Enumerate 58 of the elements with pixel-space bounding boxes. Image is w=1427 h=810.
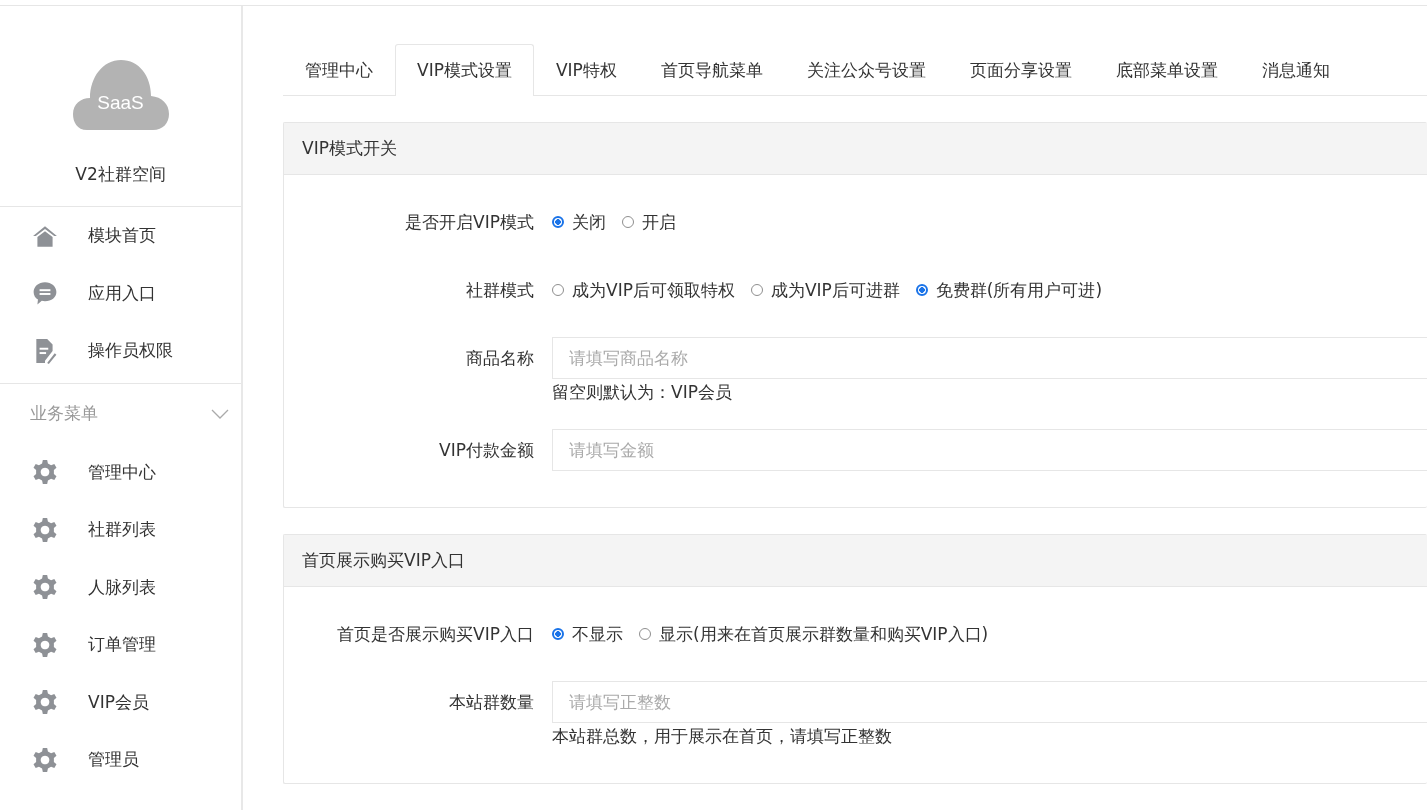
- radio-button[interactable]: [552, 216, 564, 228]
- radio-button[interactable]: [915, 284, 928, 296]
- radio-label: 关闭: [572, 210, 606, 234]
- sidebar-item[interactable]: VIP会员: [0, 673, 241, 731]
- gear-icon: [32, 689, 58, 716]
- tab[interactable]: 消息通知: [1239, 44, 1352, 95]
- sidebar-item[interactable]: 应用入口: [0, 264, 241, 322]
- logo-text: SaaS: [96, 92, 145, 114]
- tab[interactable]: 首页导航菜单: [638, 44, 785, 95]
- field-hint: 留空则默认为：VIP会员: [552, 381, 733, 403]
- tab[interactable]: 页面分享设置: [947, 44, 1094, 95]
- sidebar-item-label: 人脉列表: [88, 575, 156, 599]
- radio-label: 不显示: [572, 622, 623, 646]
- tab[interactable]: 管理中心: [283, 44, 395, 95]
- tab[interactable]: 关注公众号设置: [784, 44, 948, 95]
- field-label: 商品名称: [465, 347, 535, 370]
- radio-button[interactable]: [552, 628, 564, 640]
- gear-icon: [32, 631, 58, 658]
- radio-option[interactable]: 不显示: [552, 622, 623, 646]
- gear-icon: [32, 574, 58, 601]
- sidebar-item-label: 应用入口: [88, 281, 156, 305]
- sidebar-item[interactable]: 操作员权限: [0, 322, 241, 380]
- sidebar-item[interactable]: 人脉列表: [0, 558, 241, 616]
- sidebar-item-label: 社群列表: [88, 518, 156, 542]
- site-name: V2社群空间: [75, 163, 166, 186]
- sidebar-item-label: VIP会员: [88, 690, 149, 714]
- tab[interactable]: 底部菜单设置: [1093, 44, 1240, 95]
- radio-option[interactable]: 开启: [622, 210, 676, 234]
- sidebar-item[interactable]: 管理中心: [0, 443, 241, 501]
- radio-label: 开启: [642, 210, 676, 234]
- sidebar-item-label: 操作员权限: [88, 339, 173, 363]
- sidebar-item[interactable]: 社群列表: [0, 501, 241, 559]
- gear-icon: [32, 459, 58, 486]
- sidebar-item-label: 管理员: [88, 748, 139, 772]
- field-label: 是否开启VIP模式: [404, 211, 535, 234]
- gear-icon: [32, 746, 58, 773]
- field-label: 首页是否展示购买VIP入口: [336, 623, 535, 646]
- sidebar-item[interactable]: 管理员: [0, 731, 241, 789]
- chat-bubble-icon: [32, 280, 58, 307]
- field-hint: 本站群总数，用于展示在首页，请填写正整数: [552, 725, 893, 747]
- section-title: 业务菜单: [30, 402, 98, 425]
- field-label: VIP付款金额: [438, 439, 535, 462]
- input-field[interactable]: 请填写商品名称: [552, 337, 1427, 379]
- field-label: 社群模式: [465, 279, 535, 302]
- field-label: 本站群数量: [448, 691, 535, 714]
- sidebar-item-label: 模块首页: [88, 224, 156, 248]
- tab[interactable]: VIP特权: [533, 44, 639, 95]
- tab[interactable]: VIP模式设置: [395, 44, 534, 96]
- sidebar-item-label: 订单管理: [88, 633, 156, 657]
- panel-title: 首页展示购买VIP入口: [284, 535, 1427, 587]
- input-field[interactable]: 请填写正整数: [552, 681, 1427, 723]
- gear-icon: [32, 516, 58, 543]
- input-field[interactable]: 请填写金额: [552, 429, 1427, 471]
- sidebar-item-label: 管理中心: [88, 460, 156, 484]
- sidebar-item[interactable]: 订单管理: [0, 616, 241, 674]
- sidebar-item[interactable]: 模块首页: [0, 207, 241, 265]
- panel-title: VIP模式开关: [284, 123, 1427, 175]
- radio-option[interactable]: 关闭: [552, 210, 606, 234]
